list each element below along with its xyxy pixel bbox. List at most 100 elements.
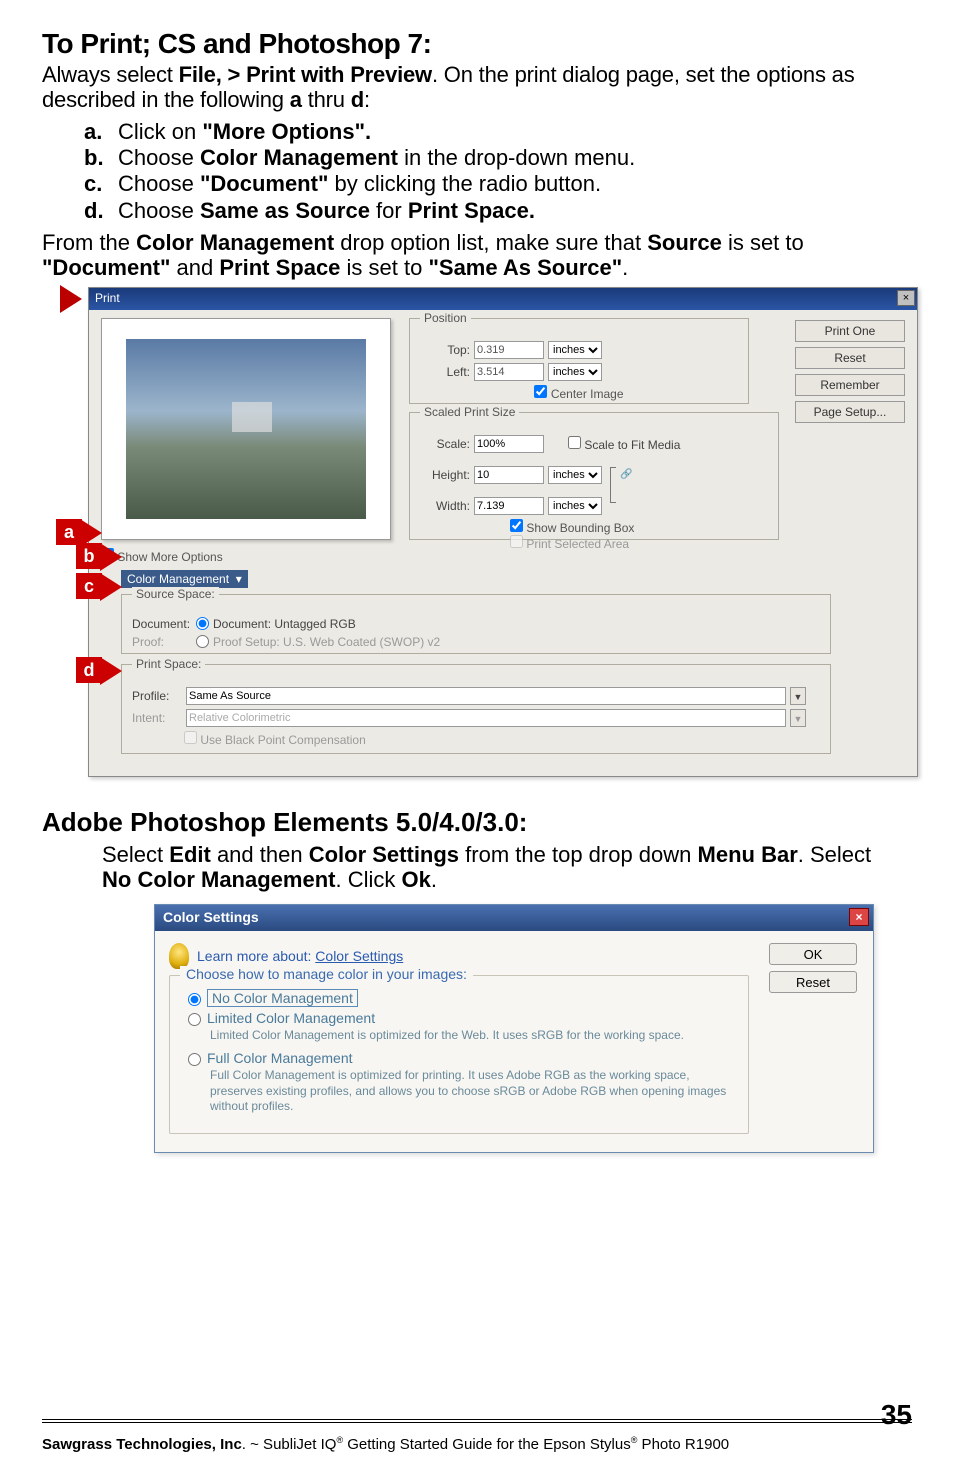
arrow-icon [100, 573, 122, 601]
left-unit-select[interactable]: inches [548, 363, 602, 381]
limited-color-mgmt-option[interactable]: Limited Color Management [188, 1010, 736, 1026]
text: Choose [118, 198, 200, 223]
left-row: Left: inches [420, 363, 738, 381]
dialog-buttons: OK Reset [769, 943, 857, 999]
reset-button[interactable]: Reset [795, 347, 905, 369]
callout-b: b [76, 543, 102, 569]
center-image-row: Center Image [420, 385, 738, 401]
step-d: d.Choose Same as Source for Print Space. [84, 198, 912, 224]
center-image-checkbox[interactable] [534, 385, 547, 398]
ok-button[interactable]: OK [769, 943, 857, 965]
link-icon[interactable]: 🔗 [620, 469, 632, 480]
scale-fit-checkbox[interactable] [568, 436, 581, 449]
height-label: Height: [420, 468, 470, 482]
text: Always select [42, 62, 179, 87]
proof-radio[interactable] [196, 635, 209, 648]
intent-label: Intent: [132, 711, 178, 725]
text: . Select [798, 842, 871, 867]
show-more-label: Show More Options [117, 550, 222, 564]
close-icon[interactable]: × [897, 290, 915, 306]
source-space-fieldset: Source Space: Document: Document: Untagg… [121, 594, 831, 654]
full-color-mgmt-radio[interactable] [188, 1053, 201, 1066]
text: Choose [118, 171, 200, 196]
elements-heading: Adobe Photoshop Elements 5.0/4.0/3.0: [42, 807, 912, 838]
footer-company: Sawgrass Technologies, Inc [42, 1436, 242, 1453]
text-bold: No Color Management [102, 867, 335, 892]
option-label: Full Color Management [207, 1050, 353, 1066]
print-sel-checkbox [510, 535, 523, 548]
footer: Sawgrass Technologies, Inc. ~ SubliJet I… [42, 1435, 912, 1453]
text: : [364, 87, 370, 112]
arrow-icon [60, 285, 82, 313]
document-label: Document: [132, 617, 192, 631]
page-setup-button[interactable]: Page Setup... [795, 401, 905, 423]
scale-row: Scale: Scale to Fit Media [420, 435, 768, 453]
step-c: c.Choose "Document" by clicking the radi… [84, 171, 912, 197]
dialog-title: Color Settings [163, 909, 259, 925]
profile-select[interactable] [186, 687, 786, 705]
top-unit-select[interactable]: inches [548, 341, 602, 359]
print-one-button[interactable]: Print One [795, 320, 905, 342]
text: for [370, 198, 408, 223]
print-preview [101, 318, 391, 540]
text: is set to [340, 255, 428, 280]
text: From the [42, 230, 136, 255]
no-color-mgmt-radio[interactable] [188, 993, 201, 1006]
height-input[interactable] [474, 466, 544, 484]
height-row: Height: inches 🔗 [420, 457, 768, 493]
color-management-dropdown[interactable]: Color Management ▾ [121, 570, 248, 588]
color-settings-link[interactable]: Color Settings [315, 948, 403, 964]
text-bold: d [351, 87, 364, 112]
center-image-label: Center Image [551, 387, 624, 401]
width-unit-select[interactable]: inches [548, 497, 602, 515]
no-color-mgmt-option[interactable]: No Color Management [188, 990, 736, 1006]
full-color-mgmt-option[interactable]: Full Color Management [188, 1050, 736, 1066]
profile-row: Profile: ▼ [132, 687, 820, 705]
remember-button[interactable]: Remember [795, 374, 905, 396]
reset-button[interactable]: Reset [769, 971, 857, 993]
text-bold: Color Management [200, 145, 398, 170]
text-bold: a [290, 87, 302, 112]
width-row: Width: inches [420, 497, 768, 515]
proof-label: Proof: [132, 635, 192, 649]
step-letter: a. [84, 119, 118, 145]
text-bold: "More Options". [202, 119, 371, 144]
option-label: No Color Management [207, 989, 358, 1007]
top-row: Top: inches [420, 341, 738, 359]
text: Select [102, 842, 169, 867]
print-space-fieldset: Print Space: Profile: ▼ Intent: ▼ Use Bl… [121, 664, 831, 754]
elements-paragraph: Select Edit and then Color Settings from… [102, 842, 902, 893]
choose-legend: Choose how to manage color in your image… [180, 966, 473, 982]
dialog-title: Print [95, 291, 120, 305]
steps-list: a.Click on "More Options". b.Choose Colo… [84, 119, 912, 225]
color-management-label: Color Management [127, 572, 229, 586]
footer-text: Photo R1900 [637, 1436, 729, 1453]
top-input[interactable] [474, 341, 544, 359]
blackpoint-label: Use Black Point Compensation [200, 733, 365, 747]
source-legend: Source Space: [132, 587, 219, 601]
text: . [622, 255, 628, 280]
section-heading: To Print; CS and Photoshop 7: [42, 28, 912, 60]
preview-image [126, 339, 366, 519]
chevron-down-icon[interactable]: ▼ [790, 687, 806, 705]
blackpoint-row: Use Black Point Compensation [184, 731, 820, 747]
close-icon[interactable]: × [849, 908, 869, 926]
text-bold: Same as Source [200, 198, 370, 223]
text: is set to [722, 230, 804, 255]
print-dialog-figure: Print × Position Top: inches Left: inche… [88, 287, 938, 777]
document-radio[interactable] [196, 617, 209, 630]
text-bold: Ok [401, 867, 430, 892]
left-input[interactable] [474, 363, 544, 381]
page-number: 35 [881, 1399, 912, 1431]
limited-color-mgmt-radio[interactable] [188, 1013, 201, 1026]
text-bold: Edit [169, 842, 211, 867]
proof-row: Proof: Proof Setup: U.S. Web Coated (SWO… [132, 635, 820, 649]
scale-input[interactable] [474, 435, 544, 453]
width-input[interactable] [474, 497, 544, 515]
show-bb-checkbox[interactable] [510, 519, 523, 532]
height-unit-select[interactable]: inches [548, 466, 602, 484]
footer-text: Getting Started Guide for the Epson Styl… [343, 1436, 631, 1453]
dialog-button-column: Print One Reset Remember Page Setup... [795, 320, 905, 428]
text: Learn more about: [197, 948, 315, 964]
text-bold: Print Space [219, 255, 340, 280]
